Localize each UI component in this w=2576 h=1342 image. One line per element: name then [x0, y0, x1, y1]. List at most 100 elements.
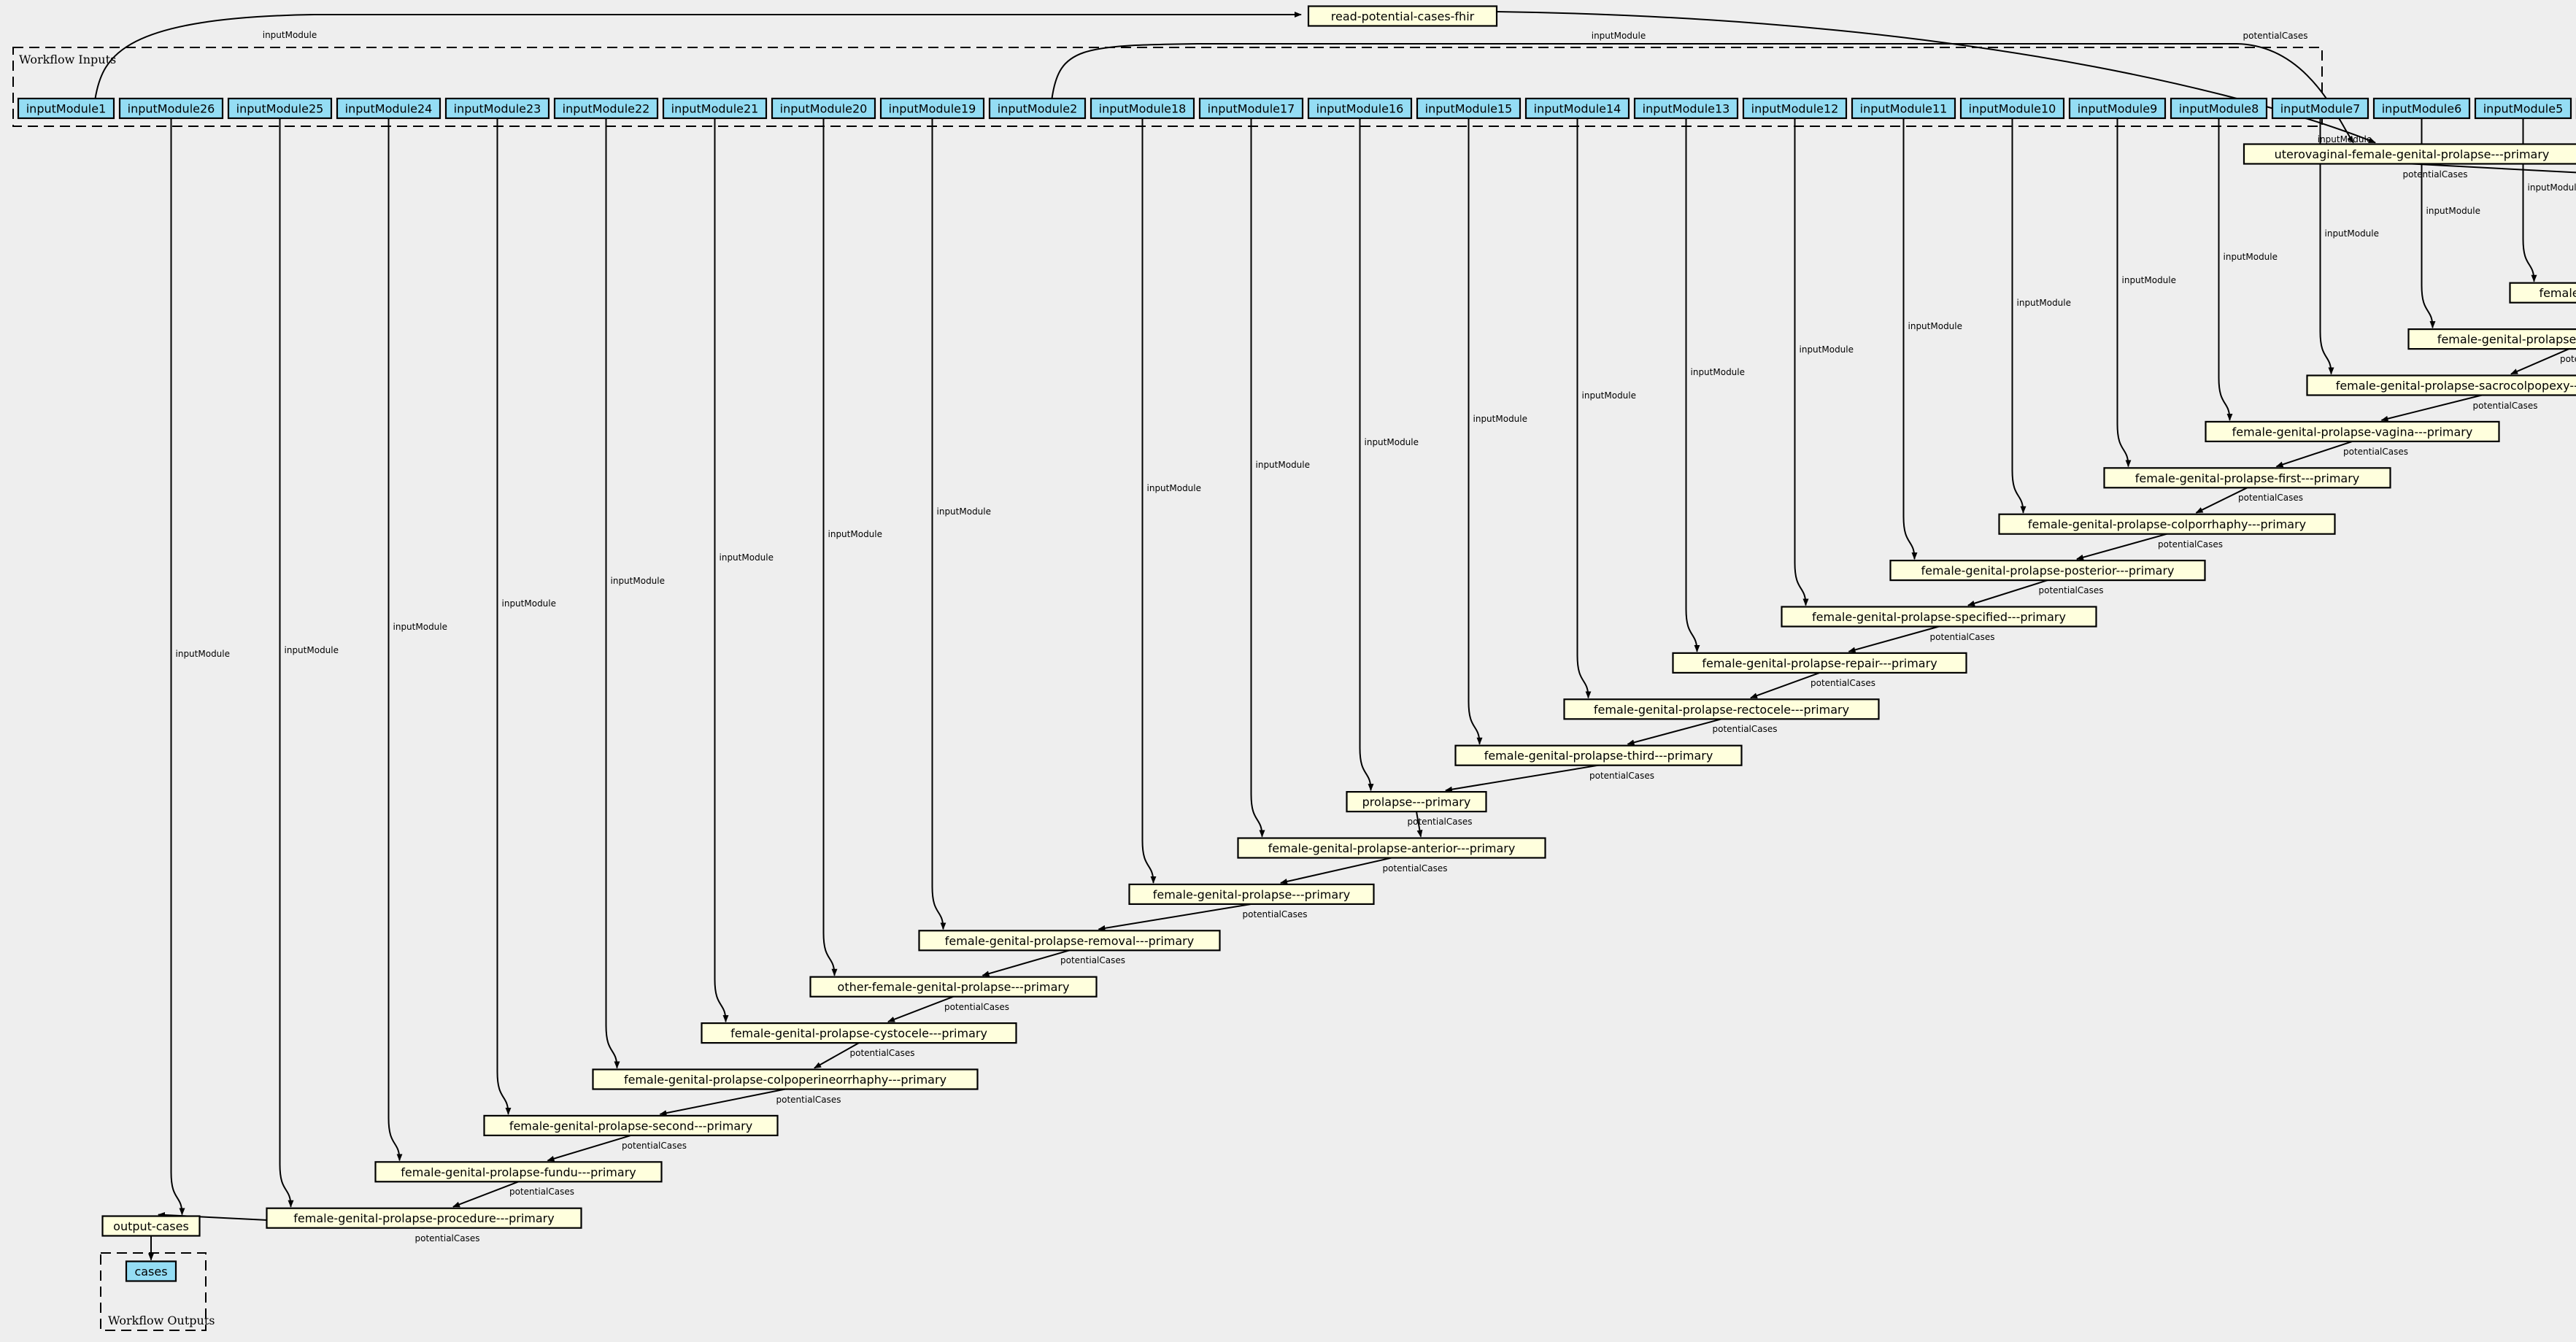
edge-female-genital-prolapse-colpoperineorrhaphy-primary-to-next-label: potentialCases	[776, 1095, 841, 1105]
edge-uterovaginal-female-genital-prolapse-primary-to-next-label: potentialCases	[2403, 169, 2468, 180]
input-node-inputmodule1[interactable]: inputModule1	[17, 97, 115, 120]
input-node-inputmodule13[interactable]: inputModule13	[1633, 97, 1739, 120]
step-node-female-genital-prolapse-procedure-primary[interactable]: female-genital-prolapse-procedure---prim…	[266, 1207, 582, 1229]
step-node-female-genital-prolapse-primary[interactable]: female-genital-prolapse---primary	[1128, 883, 1375, 906]
step-node-output-cases[interactable]: output-cases	[101, 1215, 201, 1237]
step-node-output-cases-label: output-cases	[113, 1219, 189, 1233]
step-node-female-genital-prolapse-posterior-primary[interactable]: female-genital-prolapse-posterior---prim…	[1889, 559, 2206, 582]
edge-female-genital-prolapse-rectocele-primary-to-next-label: potentialCases	[1713, 724, 1778, 734]
input-node-inputmodule2[interactable]: inputModule2	[988, 97, 1087, 120]
step-node-female-genital-prolapse-colporrhaphy-primary[interactable]: female-genital-prolapse-colporrhaphy---p…	[1998, 513, 2336, 535]
edge-inputmodule16-to-step-label: inputModule	[1365, 437, 1419, 447]
input-node-inputmodule21[interactable]: inputModule21	[662, 97, 768, 120]
edge-inputmodule12-to-step	[1794, 118, 1809, 606]
step-node-female-genital-prolapse-colpoperineorrhaphy-primary-label: female-genital-prolapse-colpoperineorrha…	[624, 1073, 946, 1087]
edge-female-genital-prolapse-removal-primary-to-next-label: potentialCases	[1060, 955, 1125, 965]
step-node-female-genital-prolapse-rectocele-primary-label: female-genital-prolapse-rectocele---prim…	[1594, 703, 1849, 717]
input-node-inputmodule17[interactable]: inputModule17	[1198, 97, 1304, 120]
input-node-inputmodule23-label: inputModule23	[454, 102, 541, 116]
edge-inputmodule8-to-step-label: inputModule	[2224, 252, 2278, 262]
edge-inputmodule24-to-step	[387, 118, 403, 1162]
step-node-read-potential-cases-fhir[interactable]: read-potential-cases-fhir	[1307, 5, 1498, 27]
input-node-inputmodule11[interactable]: inputModule11	[1851, 97, 1956, 120]
input-node-inputmodule6-label: inputModule6	[2382, 102, 2462, 116]
input-node-inputmodule11-label: inputModule11	[1860, 102, 1948, 116]
step-node-prolapse-primary-label: prolapse---primary	[1362, 795, 1471, 809]
step-node-female-genital-prolapse-anterior-primary[interactable]: female-genital-prolapse-anterior---prima…	[1237, 837, 1546, 859]
edge-female-genital-prolapse-repair-primary-to-next	[1750, 671, 1820, 699]
step-node-female-genital-prolapse-third-primary-label: female-genital-prolapse-third---primary	[1484, 749, 1713, 763]
step-node-female-genital-prolapse-procedure-primary-label: female-genital-prolapse-procedure---prim…	[293, 1211, 554, 1225]
edge-female-genital-prolapse-third-primary-to-next	[1445, 764, 1599, 793]
edge-inputmodule14-to-step-label: inputModule	[1582, 390, 1637, 401]
edge-inputmodule6-to-step-label: inputModule	[2426, 206, 2481, 216]
edge-inputmodule2-to-step	[1051, 43, 2354, 144]
input-node-inputmodule16[interactable]: inputModule16	[1307, 97, 1413, 120]
input-node-inputmodule8[interactable]: inputModule8	[2170, 97, 2268, 120]
input-node-inputmodule5[interactable]: inputModule5	[2474, 97, 2572, 120]
input-node-inputmodule18[interactable]: inputModule18	[1090, 97, 1195, 120]
edge-inputmodule13-to-step-label: inputModule	[1691, 367, 1746, 377]
input-node-inputmodule25-label: inputModule25	[236, 102, 324, 116]
edge-female-genital-prolapse-primary-to-next	[1098, 903, 1252, 931]
edge-female-genital-prolapse-colporrhaphy-primary-to-next	[2076, 533, 2167, 560]
step-node-female-genital-prolapse-third-primary[interactable]: female-genital-prolapse-third---primary	[1454, 744, 1743, 766]
edge-inputmodule11-to-step	[1902, 118, 1918, 560]
step-node-female-genital-prolapse-rectocele-primary[interactable]: female-genital-prolapse-rectocele---prim…	[1563, 698, 1880, 720]
step-node-female-genital-prolapse-reinforcement-primary[interactable]: female-genital-prolapse-reinforcement---…	[2509, 282, 2576, 304]
input-node-inputmodule12[interactable]: inputModule12	[1742, 97, 1848, 120]
edge-inputmodule26-to-step-label: inputModule	[176, 649, 231, 659]
edge-female-genital-prolapse-rectocele-primary-to-next	[1627, 718, 1722, 746]
step-node-female-genital-prolapse-vagina-primary[interactable]: female-genital-prolapse-vagina---primary	[2205, 420, 2500, 443]
input-node-inputmodule1-label: inputModule1	[26, 102, 107, 116]
edge-female-genital-prolapse-fundu-primary-to-next-label: potentialCases	[509, 1187, 574, 1197]
edge-female-genital-prolapse-removal-primary-to-next	[982, 949, 1070, 977]
edge-inputmodule25-to-step-label: inputModule	[285, 645, 339, 655]
step-node-female-genital-prolapse-cystocele-primary[interactable]: female-genital-prolapse-cystocele---prim…	[701, 1022, 1017, 1044]
step-node-female-genital-prolapse-second-primary-label: female-genital-prolapse-second---primary	[509, 1119, 752, 1133]
edge-female-genital-prolapse-specified-primary-to-next	[1848, 625, 1940, 653]
input-node-inputmodule14[interactable]: inputModule14	[1524, 97, 1630, 120]
edge-inputmodule9-to-step-label: inputModule	[2122, 275, 2177, 285]
edge-female-genital-prolapse-third-primary-to-next-label: potentialCases	[1589, 771, 1654, 781]
input-node-inputmodule26[interactable]: inputModule26	[118, 97, 224, 120]
input-node-inputmodule20[interactable]: inputModule20	[771, 97, 876, 120]
edge-female-genital-prolapse-procedure-primary-to-next-label: potentialCases	[415, 1233, 480, 1243]
step-node-female-genital-prolapse-removal-primary[interactable]: female-genital-prolapse-removal---primar…	[918, 930, 1221, 952]
step-node-female-genital-prolapse-enterocele-primary[interactable]: female-genital-prolapse-enterocele---pri…	[2407, 328, 2576, 350]
edge-female-genital-prolapse-cystocele-primary-to-next-label: potentialCases	[850, 1048, 915, 1058]
step-node-female-genital-prolapse-colpoperineorrhaphy-primary[interactable]: female-genital-prolapse-colpoperineorrha…	[592, 1068, 979, 1090]
step-node-female-genital-prolapse-repair-primary-label: female-genital-prolapse-repair---primary	[1702, 656, 1937, 670]
step-node-female-genital-prolapse-anterior-primary-label: female-genital-prolapse-anterior---prima…	[1268, 841, 1516, 855]
step-node-other-female-genital-prolapse-primary[interactable]: other-female-genital-prolapse---primary	[809, 976, 1098, 998]
edge-inputmodule26-to-step	[170, 118, 185, 1216]
input-node-inputmodule24[interactable]: inputModule24	[336, 97, 441, 120]
output-node-cases[interactable]: cases	[125, 1260, 177, 1282]
edge-other-female-genital-prolapse-primary-to-next-label: potentialCases	[944, 1002, 1009, 1012]
step-node-female-genital-prolapse-primary-label: female-genital-prolapse---primary	[1153, 887, 1351, 901]
edge-inputmodule1-to-read-label: inputModule	[263, 30, 317, 40]
step-node-female-genital-prolapse-specified-primary[interactable]: female-genital-prolapse-specified---prim…	[1781, 606, 2097, 628]
step-node-uterovaginal-female-genital-prolapse-primary[interactable]: uterovaginal-female-genital-prolapse---p…	[2243, 143, 2576, 165]
edge-inputmodule7-to-step-label: inputModule	[2325, 228, 2380, 239]
step-node-female-genital-prolapse-repair-primary[interactable]: female-genital-prolapse-repair---primary	[1672, 652, 1967, 674]
input-node-inputmodule7-label: inputModule7	[2280, 102, 2361, 116]
edge-female-genital-prolapse-sacrocolpopexy-primary-to-next-label: potentialCases	[2473, 401, 2538, 411]
input-node-inputmodule23[interactable]: inputModule23	[444, 97, 550, 120]
input-node-inputmodule19[interactable]: inputModule19	[879, 97, 985, 120]
input-node-inputmodule25[interactable]: inputModule25	[227, 97, 333, 120]
input-node-inputmodule15[interactable]: inputModule15	[1416, 97, 1522, 120]
input-node-inputmodule6[interactable]: inputModule6	[2372, 97, 2471, 120]
input-node-inputmodule22[interactable]: inputModule22	[553, 97, 659, 120]
step-node-female-genital-prolapse-second-primary[interactable]: female-genital-prolapse-second---primary	[483, 1114, 779, 1137]
step-node-prolapse-primary[interactable]: prolapse---primary	[1346, 790, 1487, 813]
step-node-female-genital-prolapse-first-primary[interactable]: female-genital-prolapse-first---primary	[2103, 467, 2391, 489]
input-node-inputmodule10[interactable]: inputModule10	[1959, 97, 2065, 120]
step-node-female-genital-prolapse-sacrocolpopexy-primary[interactable]: female-genital-prolapse-sacrocolpopexy--…	[2306, 374, 2576, 396]
step-node-female-genital-prolapse-enterocele-primary-label: female-genital-prolapse-enterocele---pri…	[2437, 333, 2576, 347]
edge-inputmodule10-to-step-label: inputModule	[2017, 298, 2072, 308]
input-node-inputmodule9[interactable]: inputModule9	[2068, 97, 2167, 120]
step-node-female-genital-prolapse-fundu-primary[interactable]: female-genital-prolapse-fundu---primary	[374, 1161, 663, 1183]
input-node-inputmodule7[interactable]: inputModule7	[2271, 97, 2369, 120]
edge-female-genital-prolapse-sacrocolpopexy-primary-to-next	[2380, 394, 2483, 422]
